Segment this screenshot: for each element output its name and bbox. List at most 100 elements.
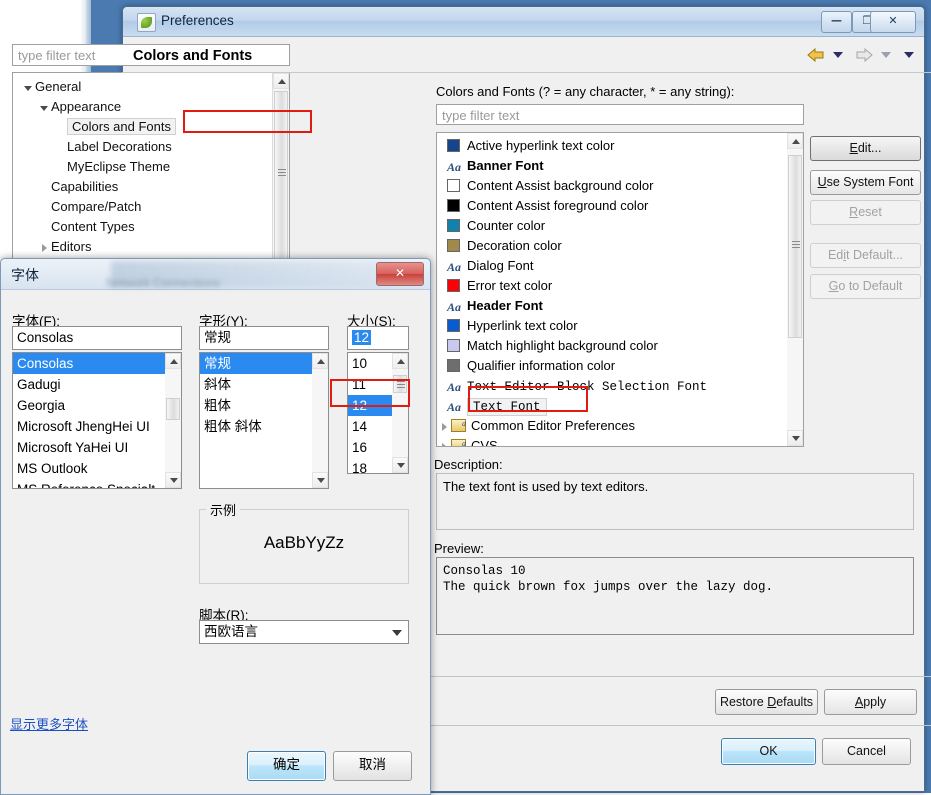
font-size-input[interactable]: 12 xyxy=(347,326,409,350)
ok-button[interactable]: OK xyxy=(721,738,816,765)
style-list-scroll-down-button[interactable] xyxy=(312,472,328,488)
edit-button[interactable]: Edit... xyxy=(810,136,921,161)
font-list-scroll-down-button[interactable] xyxy=(165,472,181,488)
font-size-option[interactable]: 10 xyxy=(348,353,394,374)
font-size-list[interactable]: 10111214161820 xyxy=(347,352,409,474)
list-scrollbar-thumb[interactable] xyxy=(788,155,802,338)
sidebar-item-content-types[interactable]: Content Types xyxy=(13,217,275,237)
show-more-fonts-link[interactable]: 显示更多字体 xyxy=(10,714,88,733)
tree-scroll-up-button[interactable] xyxy=(273,73,289,89)
apply-button[interactable]: Apply xyxy=(824,689,917,715)
list-item[interactable]: Common Editor Preferences xyxy=(437,414,787,437)
sidebar-item-editors[interactable]: Editors xyxy=(13,237,275,257)
list-item[interactable]: Hyperlink text color xyxy=(437,316,787,336)
font-family-list[interactable]: Consolas Gadugi Georgia Microsoft JhengHei … xyxy=(12,352,182,489)
style-list-scroll-up-button[interactable] xyxy=(312,353,328,369)
size-list-scroll-down-button[interactable] xyxy=(392,457,408,473)
list-item[interactable]: Content Assist background color xyxy=(437,176,787,196)
tree-expander[interactable] xyxy=(437,437,451,446)
list-item[interactable]: CVS xyxy=(437,434,787,446)
font-family-option[interactable]: MS Outlook xyxy=(13,458,167,479)
back-arrow-icon[interactable] xyxy=(806,47,826,63)
tree-expander[interactable] xyxy=(21,78,35,98)
list-item[interactable]: Match highlight background color xyxy=(437,336,787,356)
font-dialog-cancel-button[interactable]: 取消 xyxy=(333,751,412,781)
list-item-label: Counter color xyxy=(467,218,546,233)
list-item[interactable]: Aa Header Font xyxy=(437,296,787,316)
edit-default-button: Edit Default... xyxy=(810,243,921,268)
restore-defaults-button[interactable]: Restore Defaults xyxy=(715,689,818,715)
color-swatch-icon xyxy=(447,339,460,352)
list-item[interactable]: Counter color xyxy=(437,216,787,236)
tree-item-label: Label Decorations xyxy=(67,139,172,154)
font-list-scrollbar-thumb[interactable] xyxy=(166,398,180,420)
font-style-input[interactable]: 常规 xyxy=(199,326,329,350)
tree-scrollbar[interactable] xyxy=(272,73,289,258)
list-item[interactable]: Content Assist foreground color xyxy=(437,196,787,216)
list-item[interactable]: Aa Banner Font xyxy=(437,156,787,176)
size-list-scrollbar[interactable] xyxy=(392,353,408,473)
list-item[interactable]: Qualifier information color xyxy=(437,356,787,376)
tree-expander[interactable] xyxy=(37,238,51,258)
tree-expander[interactable] xyxy=(437,417,451,437)
font-dialog-ok-button[interactable]: 确定 xyxy=(247,751,326,781)
font-style-option[interactable]: 粗体 斜体 xyxy=(200,416,314,437)
list-item[interactable]: Aa Dialog Font xyxy=(437,256,787,276)
colors-fonts-filter-input[interactable]: type filter text xyxy=(436,104,804,125)
close-icon: ✕ xyxy=(888,14,898,27)
navigation-history-controls[interactable] xyxy=(806,46,922,68)
font-sample-text: AaBbYyZz xyxy=(263,533,345,552)
sidebar-item-label-decorations[interactable]: Label Decorations xyxy=(13,137,275,157)
tree-expander[interactable] xyxy=(37,98,51,118)
font-family-option[interactable]: Microsoft JhengHei UI xyxy=(13,416,167,437)
font-family-option[interactable]: Microsoft YaHei UI xyxy=(13,437,167,458)
list-scroll-down-button[interactable] xyxy=(787,430,803,446)
font-style-option[interactable]: 斜体 xyxy=(200,374,314,395)
font-family-option[interactable]: Georgia xyxy=(13,395,167,416)
view-menu-caret-icon[interactable] xyxy=(904,51,914,58)
apply-label: Apply xyxy=(854,695,887,709)
minimize-button[interactable]: — xyxy=(821,11,852,33)
font-family-option[interactable]: Gadugi xyxy=(13,374,167,395)
font-size-option[interactable]: 14 xyxy=(348,416,394,437)
close-button[interactable]: ✕ xyxy=(870,11,916,33)
preferences-title-bar[interactable]: Preferences — ❐ ✕ xyxy=(123,7,924,37)
font-family-input[interactable]: Consolas xyxy=(12,326,182,350)
preview-label: Preview: xyxy=(434,541,484,556)
size-list-scroll-up-button[interactable] xyxy=(392,353,408,369)
sidebar-item-compare-patch[interactable]: Compare/Patch xyxy=(13,197,275,217)
color-swatch-icon xyxy=(447,219,460,232)
description-box: The text font is used by text editors. xyxy=(436,473,914,530)
tree-item-label: Editors xyxy=(51,239,92,254)
list-item[interactable]: Active hyperlink text color xyxy=(437,136,787,156)
cancel-button[interactable]: Cancel xyxy=(822,738,911,765)
sidebar-item-myeclipse-theme[interactable]: MyEclipse Theme xyxy=(13,157,275,177)
font-style-list[interactable]: 常规 斜体 粗体 粗体 斜体 xyxy=(199,352,329,489)
sidebar-item-general[interactable]: General xyxy=(13,77,275,97)
back-history-caret-icon[interactable] xyxy=(833,51,844,58)
font-dialog-cancel-label: 取消 xyxy=(359,757,386,772)
preferences-tree[interactable]: General Appearance Colors and Fonts Label D… xyxy=(12,72,290,259)
font-family-option[interactable]: Consolas xyxy=(13,353,167,374)
font-size-option[interactable]: 18 xyxy=(348,458,394,473)
script-select[interactable]: 西欧语言 xyxy=(199,620,409,644)
list-item[interactable]: Error text color xyxy=(437,276,787,296)
font-style-option[interactable]: 粗体 xyxy=(200,395,314,416)
color-swatch-icon xyxy=(447,319,460,332)
font-list-scroll-up-button[interactable] xyxy=(165,353,181,369)
list-item-label: Header Font xyxy=(467,298,543,313)
list-item[interactable]: Decoration color xyxy=(437,236,787,256)
font-style-option[interactable]: 常规 xyxy=(200,353,314,374)
use-system-font-button[interactable]: Use System Font xyxy=(810,170,921,195)
sidebar-item-capabilities[interactable]: Capabilities xyxy=(13,177,275,197)
font-family-option[interactable]: MS Reference Specialt xyxy=(13,479,167,488)
background-window-text: Network Connections xyxy=(106,276,221,290)
forward-history-caret-icon[interactable] xyxy=(881,51,892,58)
style-list-scrollbar[interactable] xyxy=(312,353,328,488)
preview-line-2: The quick brown fox jumps over the lazy … xyxy=(443,580,774,594)
list-scroll-up-button[interactable] xyxy=(787,133,803,149)
font-size-option[interactable]: 16 xyxy=(348,437,394,458)
font-list-scrollbar[interactable] xyxy=(165,353,181,488)
colors-list-scrollbar[interactable] xyxy=(787,133,803,446)
font-size-value: 12 xyxy=(352,330,372,345)
